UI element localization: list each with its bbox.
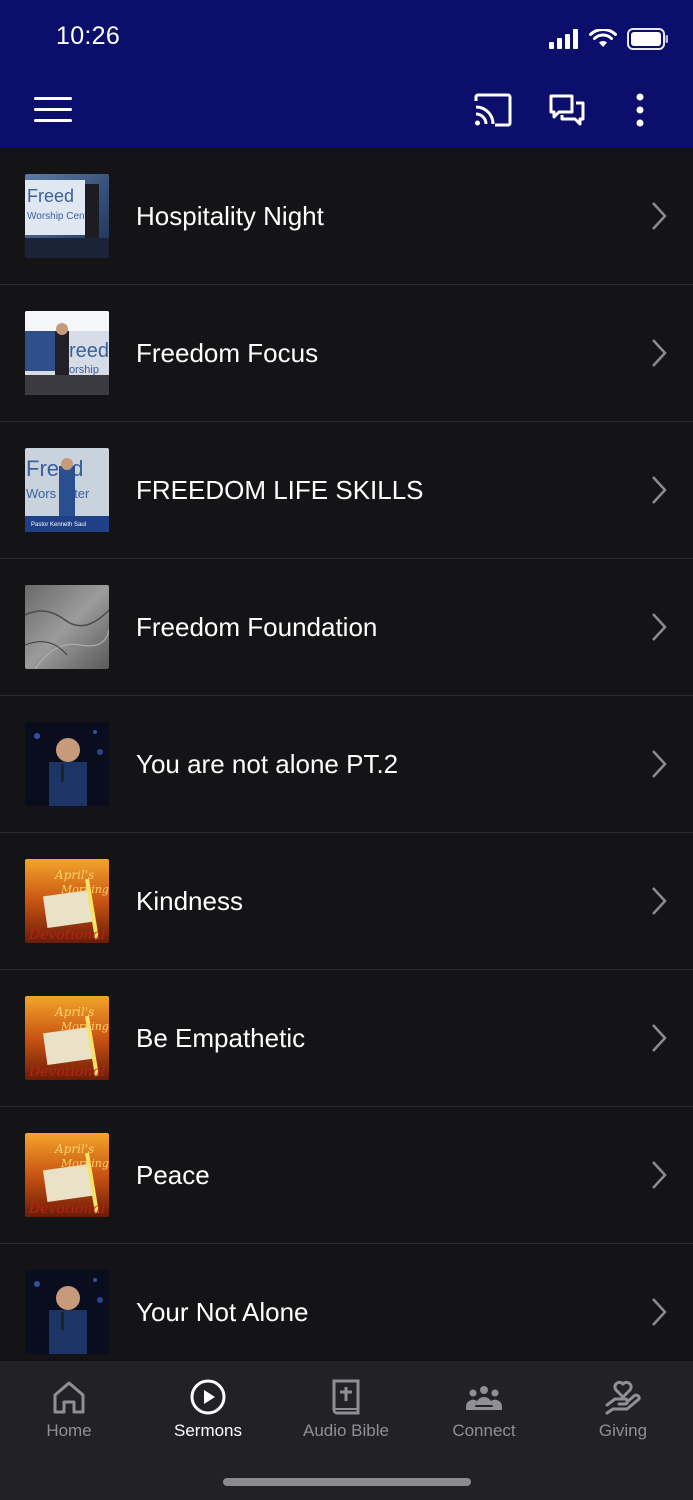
- cast-icon: [474, 93, 512, 127]
- svg-text:Morning: Morning: [60, 1157, 109, 1170]
- tab-label: Giving: [598, 1421, 648, 1440]
- chevron-right-icon: [652, 613, 667, 641]
- sermon-thumbnail: April's Morning Devotional: [25, 859, 109, 943]
- signal-icon: [549, 29, 578, 49]
- sermon-title: FREEDOM LIFE SKILLS: [136, 475, 424, 505]
- svg-text:Devotional: Devotional: [28, 1064, 105, 1080]
- chevron-right-icon: [652, 202, 667, 230]
- status-icons: [549, 26, 669, 52]
- sermon-thumbnail: reed orship: [25, 311, 109, 395]
- chevron-right-icon: [652, 339, 667, 367]
- sermon-row[interactable]: Freed Wors enter Pastor Kenneth Saul FREED…: [0, 422, 693, 559]
- sermon-title: You are not alone PT.2: [136, 749, 399, 779]
- sermon-title: Hospitality Night: [136, 201, 324, 231]
- chevron-right-icon: [652, 1298, 667, 1326]
- svg-text:Morning: Morning: [60, 883, 109, 896]
- battery-icon: [627, 28, 668, 50]
- sermon-row[interactable]: April's Morning Devotional Kindness: [0, 833, 693, 970]
- chat-button[interactable]: [545, 88, 589, 132]
- sermon-thumbnail: [25, 1270, 109, 1354]
- svg-text:April's: April's: [54, 1142, 94, 1156]
- hand-heart-icon: [605, 1380, 641, 1415]
- svg-text:Devotional: Devotional: [28, 927, 105, 943]
- svg-text:Freed: Freed: [27, 186, 74, 206]
- sermon-title: Freedom Focus: [136, 338, 319, 368]
- sermon-row[interactable]: Freed Worship Center Hospitality Night: [0, 148, 693, 285]
- tab-label: Home: [46, 1421, 92, 1440]
- sermon-row[interactable]: Your Not Alone: [0, 1244, 693, 1360]
- sermon-row[interactable]: Freedom Foundation: [0, 559, 693, 696]
- bottom-tab-bar: Home Sermons Audio Bible Connect Giving: [0, 1361, 693, 1500]
- sermon-title: Peace: [136, 1160, 210, 1190]
- tab-connect[interactable]: Connect: [415, 1361, 553, 1461]
- sermon-title: Kindness: [136, 886, 243, 916]
- sermon-row[interactable]: reed orship Freedom Focus: [0, 285, 693, 422]
- cast-button[interactable]: [471, 88, 515, 132]
- sermon-title: Your Not Alone: [136, 1297, 309, 1327]
- menu-button[interactable]: [31, 88, 75, 132]
- svg-text:orship: orship: [69, 364, 99, 376]
- tab-home[interactable]: Home: [0, 1361, 138, 1461]
- wifi-icon: [589, 29, 617, 47]
- vertical-dots-icon: [636, 93, 644, 127]
- chevron-right-icon: [652, 1161, 667, 1189]
- app-header: 10:26: [0, 0, 693, 148]
- chevron-right-icon: [652, 476, 667, 504]
- chevron-right-icon: [652, 1024, 667, 1052]
- bible-icon: [332, 1379, 360, 1415]
- sermon-thumbnail: [25, 722, 109, 806]
- chevron-right-icon: [652, 887, 667, 915]
- sermon-row[interactable]: April's Morning Devotional Peace: [0, 1107, 693, 1244]
- chat-bubbles-icon: [549, 94, 585, 126]
- tab-label: Audio Bible: [302, 1421, 389, 1440]
- tab-giving[interactable]: Giving: [554, 1361, 692, 1461]
- sermon-thumbnail: April's Morning Devotional: [25, 996, 109, 1080]
- sermon-thumbnail: Freed Wors enter Pastor Kenneth Saul: [25, 448, 109, 532]
- chevron-right-icon: [652, 750, 667, 778]
- sermon-row[interactable]: You are not alone PT.2: [0, 696, 693, 833]
- svg-text:Pastor Kenneth Saul: Pastor Kenneth Saul: [31, 522, 86, 528]
- status-time: 10:26: [56, 22, 121, 50]
- hamburger-menu-icon: [34, 97, 72, 122]
- sermon-thumbnail: [25, 585, 109, 669]
- sermon-thumbnail: Freed Worship Center: [25, 174, 109, 258]
- tab-label: Connect: [452, 1421, 516, 1440]
- tab-audio-bible[interactable]: Audio Bible: [277, 1361, 415, 1461]
- sermon-title: Freedom Foundation: [136, 612, 378, 642]
- svg-text:Devotional: Devotional: [28, 1201, 105, 1217]
- svg-text:April's: April's: [54, 1005, 94, 1019]
- sermon-thumbnail: April's Morning Devotional: [25, 1133, 109, 1217]
- svg-text:April's: April's: [54, 868, 94, 882]
- svg-text:Morning: Morning: [60, 1020, 109, 1033]
- home-indicator: [223, 1478, 471, 1486]
- tab-label: Sermons: [173, 1421, 243, 1440]
- more-options-button[interactable]: [618, 88, 662, 132]
- sermon-list: Freed Worship Center Hospitality Night re…: [0, 148, 693, 1360]
- home-icon: [53, 1381, 85, 1414]
- group-icon: [465, 1386, 503, 1410]
- play-circle-icon: [190, 1379, 226, 1415]
- sermon-title: Be Empathetic: [136, 1023, 306, 1053]
- sermon-row[interactable]: April's Morning Devotional Be Empathetic: [0, 970, 693, 1107]
- svg-text:Wors enter: Wors enter: [26, 486, 90, 501]
- tab-sermons[interactable]: Sermons: [139, 1361, 277, 1461]
- svg-text:reed: reed: [69, 340, 109, 362]
